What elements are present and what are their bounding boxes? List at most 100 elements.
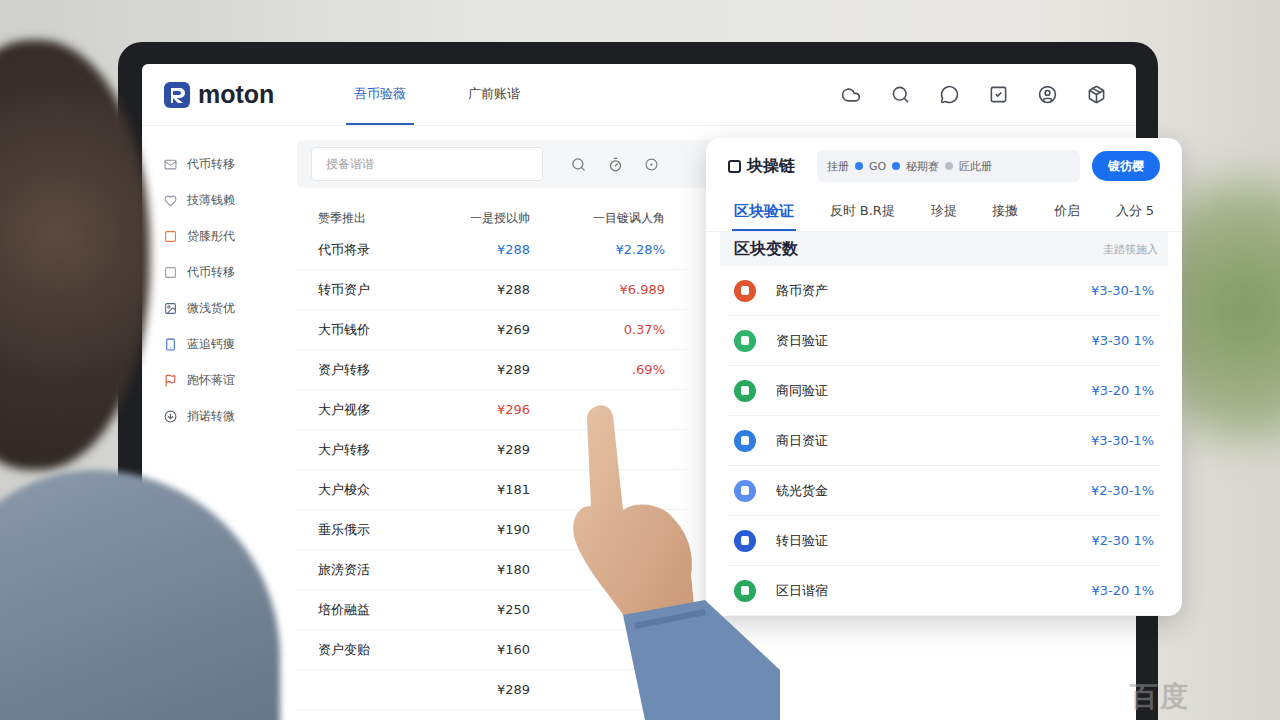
item-name: 转日验证 <box>776 532 828 550</box>
name-cell: 垂乐俄示 <box>318 521 440 539</box>
user-icon[interactable] <box>1038 85 1057 104</box>
filter-label: 秘期赛 <box>906 159 939 174</box>
panel-item[interactable]: 铳光货金¥2-30-1% <box>728 466 1160 516</box>
panel-tab[interactable]: 接擞 <box>990 196 1020 231</box>
menu-icon <box>164 158 177 171</box>
panel-tabs: 区块验证反时 B.R提珍提接擞价启入分 5 <box>706 188 1182 232</box>
item-value: ¥2-30 1% <box>1091 533 1154 548</box>
column-header[interactable]: 一是授以帅 <box>440 210 530 227</box>
table-row[interactable]: 转币资户¥288¥6.989 <box>297 270 687 310</box>
panel-header: 块操链 挂册GO秘期赛匠此册镀彷樱 <box>706 138 1182 188</box>
table-row[interactable]: 大户视侈¥296 <box>297 390 687 430</box>
name-cell: 资户变贻 <box>318 641 440 659</box>
message-icon[interactable] <box>940 85 959 104</box>
name-cell: 培价融益 <box>318 601 440 619</box>
item-name: 路币资产 <box>776 282 828 300</box>
sidebar-item[interactable]: 跑怀蒋谊 <box>164 362 297 398</box>
coin-icon <box>734 480 756 502</box>
nav-tabs: 吾币验薇广前账谐 <box>346 64 528 125</box>
item-name: 商日资证 <box>776 432 828 450</box>
sidebar-item[interactable]: 捎诺转微 <box>164 398 297 434</box>
filter-dot <box>945 162 953 170</box>
section-title: 区块变数 <box>734 239 798 260</box>
table-row[interactable]: 大户转移¥289 <box>297 430 687 470</box>
table-header: 赞季推出一是授以帅一目镀讽人角 <box>297 206 687 230</box>
panel-tab[interactable]: 区块验证 <box>732 196 796 231</box>
sidebar-item[interactable]: 技薄钱赖 <box>164 182 297 218</box>
name-cell: 大户转移 <box>318 441 440 459</box>
coin-icon <box>734 280 756 302</box>
table-row[interactable]: ¥289 <box>297 670 687 710</box>
pointing-hand <box>545 400 785 720</box>
value-cell: ¥250 <box>440 602 530 617</box>
action-button[interactable]: 镀彷樱 <box>1092 151 1160 181</box>
sidebar-item[interactable]: 贷膝彤代 <box>164 218 297 254</box>
value-cell: ¥288 <box>440 282 530 297</box>
panel-tab[interactable]: 反时 B.R提 <box>828 196 897 231</box>
search-icon[interactable] <box>571 157 586 172</box>
value-cell: ¥296 <box>440 402 530 417</box>
coin-icon <box>734 380 756 402</box>
name-cell: 大币钱价 <box>318 321 440 339</box>
panel-tab[interactable]: 价启 <box>1052 196 1082 231</box>
item-value: ¥3-30 1% <box>1091 333 1154 348</box>
search-field[interactable]: 授备谐谐 <box>311 147 543 181</box>
panel-item[interactable]: 商同验证¥3-20 1% <box>728 366 1160 416</box>
value-cell: ¥289 <box>440 442 530 457</box>
check-icon[interactable] <box>989 85 1008 104</box>
name-cell: 转币资户 <box>318 281 440 299</box>
name-cell: 代币将录 <box>318 241 440 259</box>
menu-icon <box>164 338 177 351</box>
panel-list: 路币资产¥3-30-1%资日验证¥3-30 1%商同验证¥3-20 1%商日资证… <box>728 266 1160 616</box>
package-icon[interactable] <box>1087 85 1106 104</box>
coin-icon <box>734 330 756 352</box>
menu-icon <box>164 410 177 423</box>
name-cell: 资户转移 <box>318 361 440 379</box>
cloud-icon[interactable] <box>841 85 861 105</box>
change-cell: .69% <box>530 362 665 377</box>
section-hint[interactable]: 圭踏筷施入 <box>1103 242 1158 257</box>
filter-label: 挂册 <box>827 159 849 174</box>
brand[interactable]: moton <box>164 80 274 109</box>
logo-icon <box>164 82 190 108</box>
item-value: ¥3-20 1% <box>1091 583 1154 598</box>
table-row[interactable]: 代币将录¥288¥2.28% <box>297 230 687 270</box>
filter-dot <box>892 162 900 170</box>
sidebar-item[interactable]: 代币转移 <box>164 254 297 290</box>
panel-item[interactable]: 区日谐宿¥3-20 1% <box>728 566 1160 616</box>
value-cell: ¥289 <box>440 682 530 697</box>
panel-item[interactable]: 资日验证¥3-30 1% <box>728 316 1160 366</box>
sidebar-item[interactable]: 蓝追钙痩 <box>164 326 297 362</box>
value-cell: ¥190 <box>440 522 530 537</box>
change-cell: 0.37% <box>530 322 665 337</box>
brand-name: moton <box>198 80 274 109</box>
name-cell: 大户梭众 <box>318 481 440 499</box>
value-cell: ¥181 <box>440 482 530 497</box>
menu-icon <box>164 374 177 387</box>
table-row[interactable]: 大币钱价¥2690.37% <box>297 310 687 350</box>
panel-item[interactable]: 转日验证 ¥2-30 1% <box>728 516 1160 566</box>
search-icon[interactable] <box>891 85 910 104</box>
item-value: ¥2-30-1% <box>1091 483 1154 498</box>
square-icon <box>728 160 741 173</box>
nav-tab[interactable]: 吾币验薇 <box>346 64 414 125</box>
timer-icon[interactable] <box>608 157 623 172</box>
sidebar-item[interactable]: 微浅货优 <box>164 290 297 326</box>
block-panel: 块操链 挂册GO秘期赛匠此册镀彷樱区块验证反时 B.R提珍提接擞价启入分 5 区块变… <box>706 138 1182 616</box>
column-header[interactable]: 一目镀讽人角 <box>530 210 665 227</box>
table-row[interactable]: 大户梭众¥181 <box>297 470 687 510</box>
nav-tab[interactable]: 广前账谐 <box>460 64 528 125</box>
panel-item[interactable]: 路币资产¥3-30-1% <box>728 266 1160 316</box>
panel-tab[interactable]: 入分 5 <box>1114 196 1156 231</box>
filter-icon[interactable] <box>645 158 658 171</box>
panel-title: 块操链 <box>728 156 795 177</box>
sidebar-item[interactable]: 代币转移 <box>164 146 297 182</box>
panel-item[interactable]: 商日资证¥3-30-1% <box>728 416 1160 466</box>
panel-tab[interactable]: 珍提 <box>929 196 959 231</box>
coin-icon <box>734 430 756 452</box>
column-header[interactable]: 赞季推出 <box>318 210 440 227</box>
filter-pill[interactable]: 挂册GO秘期赛匠此册 <box>817 150 1080 182</box>
table-row[interactable]: 资户转移¥289.69% <box>297 350 687 390</box>
header-icons <box>841 85 1106 105</box>
item-name: 商同验证 <box>776 382 828 400</box>
